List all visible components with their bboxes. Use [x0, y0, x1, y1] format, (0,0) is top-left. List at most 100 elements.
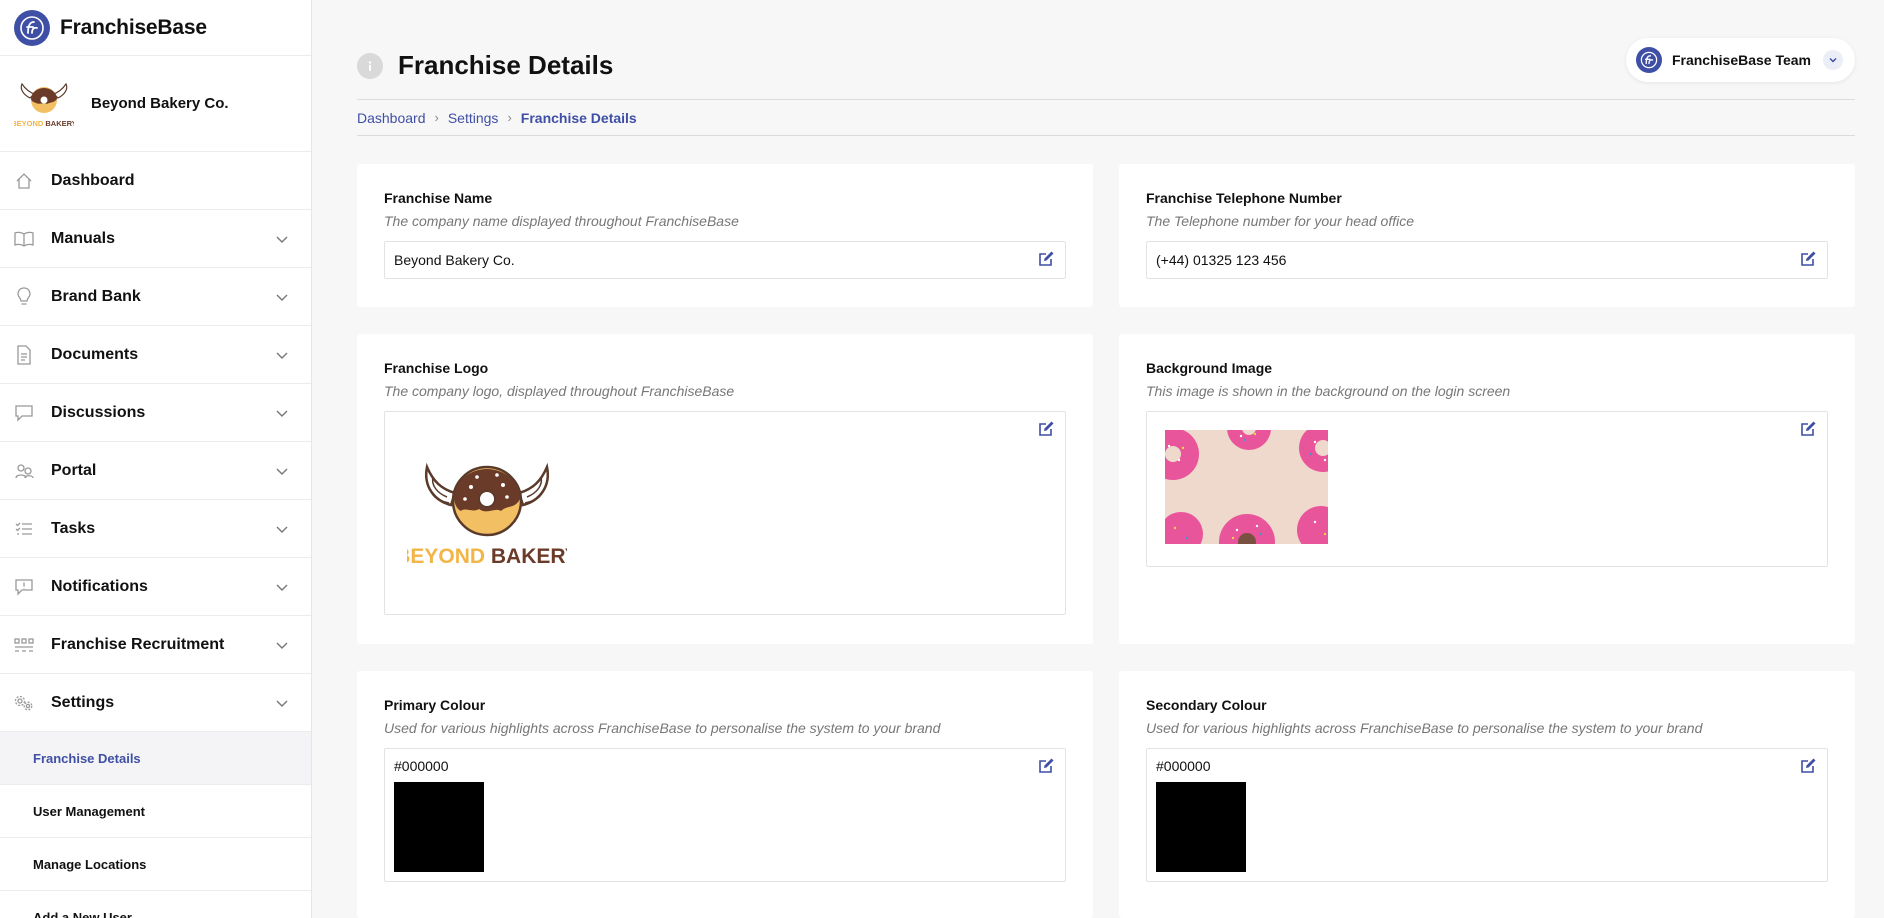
franchise-logo-card: Franchise Logo The company logo, display… [357, 334, 1093, 644]
primary-colour-field: #000000 [384, 748, 1066, 882]
telephone-field: (+44) 01325 123 456 [1146, 241, 1828, 279]
sidebar: FranchiseBase BEYOND BAKERY Beyond Baker… [0, 0, 312, 918]
franchise-name-card: Franchise Name The company name displaye… [357, 164, 1093, 307]
lightbulb-icon [14, 286, 34, 307]
sidebar-subitem-user-management[interactable]: User Management [0, 785, 311, 838]
recruitment-icon [14, 635, 34, 655]
document-icon [14, 344, 34, 365]
card-description: This image is shown in the background on… [1146, 383, 1511, 399]
sidebar-item-label: Tasks [51, 519, 96, 537]
sidebar-nav: Dashboard Manuals Brand Bank Documents D… [0, 152, 311, 918]
sidebar-item-dashboard[interactable]: Dashboard [0, 152, 311, 210]
info-icon[interactable] [357, 53, 383, 79]
edit-icon[interactable] [1800, 757, 1817, 774]
breadcrumb-dashboard[interactable]: Dashboard [357, 110, 426, 126]
svg-text:BEYOND BAKERY: BEYOND BAKERY [14, 119, 74, 128]
edit-icon[interactable] [1800, 250, 1817, 267]
edit-icon[interactable] [1038, 420, 1055, 437]
edit-icon[interactable] [1800, 420, 1817, 437]
sidebar-item-label: Dashboard [51, 171, 135, 189]
logo-text-beyond: BEYOND [407, 545, 485, 568]
sidebar-item-brand-bank[interactable]: Brand Bank [0, 268, 311, 326]
portal-icon [14, 461, 34, 481]
company-logo: BEYOND BAKERY [14, 82, 74, 128]
primary-colour-card: Primary Colour Used for various highligh… [357, 671, 1093, 918]
card-title: Franchise Telephone Number [1146, 190, 1342, 206]
sidebar-item-franchise-recruitment[interactable]: Franchise Recruitment [0, 616, 311, 674]
edit-icon[interactable] [1038, 250, 1055, 267]
sidebar-item-manuals[interactable]: Manuals [0, 210, 311, 268]
breadcrumb-separator-icon: › [434, 110, 439, 125]
chevron-down-icon [276, 642, 288, 649]
sidebar-item-discussions[interactable]: Discussions [0, 384, 311, 442]
sidebar-item-settings[interactable]: Settings [0, 674, 311, 732]
logo-text-bakery: BAKERY [491, 545, 567, 568]
sidebar-item-documents[interactable]: Documents [0, 326, 311, 384]
secondary-colour-value: #000000 [1156, 758, 1211, 774]
chevron-down-icon [1823, 50, 1843, 70]
background-preview-field [1146, 411, 1828, 567]
sidebar-item-label: Brand Bank [51, 287, 141, 305]
team-name: FranchiseBase Team [1671, 52, 1811, 68]
sidebar-item-portal[interactable]: Portal [0, 442, 311, 500]
chevron-down-icon [276, 584, 288, 591]
card-description: The company logo, displayed throughout F… [384, 383, 735, 399]
breadcrumb: Dashboard › Settings › Franchise Details [357, 100, 1855, 136]
sidebar-item-tasks[interactable]: Tasks [0, 500, 311, 558]
card-description: The Telephone number for your head offic… [1146, 213, 1414, 229]
chat-icon [14, 403, 34, 423]
company-name: Beyond Bakery Co. [91, 95, 229, 112]
breadcrumb-separator-icon: › [507, 110, 512, 125]
settings-icon [14, 693, 34, 713]
sidebar-subitem-franchise-details[interactable]: Franchise Details [0, 732, 311, 785]
card-description: The company name displayed throughout Fr… [384, 213, 739, 229]
background-image-card: Background Image This image is shown in … [1119, 334, 1855, 644]
card-title: Background Image [1146, 360, 1273, 376]
secondary-colour-swatch [1156, 782, 1246, 872]
sidebar-item-label: Portal [51, 461, 97, 479]
sidebar-item-notifications[interactable]: Notifications [0, 558, 311, 616]
chevron-down-icon [276, 526, 288, 533]
sidebar-subitem-manage-locations[interactable]: Manage Locations [0, 838, 311, 891]
breadcrumb-current: Franchise Details [520, 109, 637, 126]
sidebar-item-label: Discussions [51, 403, 146, 421]
main-content: Franchise Details FranchiseBase Team Das… [357, 0, 1855, 918]
notification-icon [14, 577, 34, 597]
company-header: BEYOND BAKERY Beyond Bakery Co. [0, 56, 311, 152]
chevron-down-icon [276, 294, 288, 301]
sidebar-item-label: Notifications [51, 577, 148, 595]
card-description: Used for various highlights across Franc… [1146, 720, 1703, 736]
home-icon [14, 171, 34, 191]
franchisebase-logo-icon [1635, 47, 1662, 73]
sidebar-item-label: Documents [51, 345, 139, 363]
book-icon [14, 229, 34, 249]
primary-colour-value: #000000 [394, 758, 449, 774]
brand-name: FranchiseBase [60, 15, 207, 39]
franchisebase-logo-icon [14, 9, 50, 46]
chevron-down-icon [276, 700, 288, 707]
chevron-down-icon [276, 236, 288, 243]
brand-header: FranchiseBase [0, 0, 311, 56]
sidebar-item-label: Franchise Recruitment [51, 635, 225, 653]
franchise-telephone-card: Franchise Telephone Number The Telephone… [1119, 164, 1855, 307]
edit-icon[interactable] [1038, 757, 1055, 774]
primary-colour-swatch [394, 782, 484, 872]
card-title: Secondary Colour [1146, 697, 1267, 713]
franchise-logo-image: BEYOND BAKERY [407, 462, 567, 568]
card-title: Primary Colour [384, 697, 486, 713]
sidebar-subitem-add-new-user[interactable]: Add a New User [0, 891, 311, 918]
franchise-name-value: Beyond Bakery Co. [394, 252, 515, 268]
chevron-down-icon [276, 468, 288, 475]
card-title: Franchise Name [384, 190, 493, 206]
logo-preview-field: BEYOND BAKERY [384, 411, 1066, 615]
chevron-down-icon [276, 352, 288, 359]
page-header: Franchise Details FranchiseBase Team [357, 0, 1855, 100]
team-switcher[interactable]: FranchiseBase Team [1625, 38, 1855, 82]
chevron-down-icon [276, 410, 288, 417]
secondary-colour-card: Secondary Colour Used for various highli… [1119, 671, 1855, 918]
card-description: Used for various highlights across Franc… [384, 720, 941, 736]
background-image-thumbnail [1165, 430, 1328, 544]
breadcrumb-settings[interactable]: Settings [448, 110, 499, 126]
sidebar-item-label: Manuals [51, 229, 116, 247]
tasks-icon [14, 519, 34, 539]
